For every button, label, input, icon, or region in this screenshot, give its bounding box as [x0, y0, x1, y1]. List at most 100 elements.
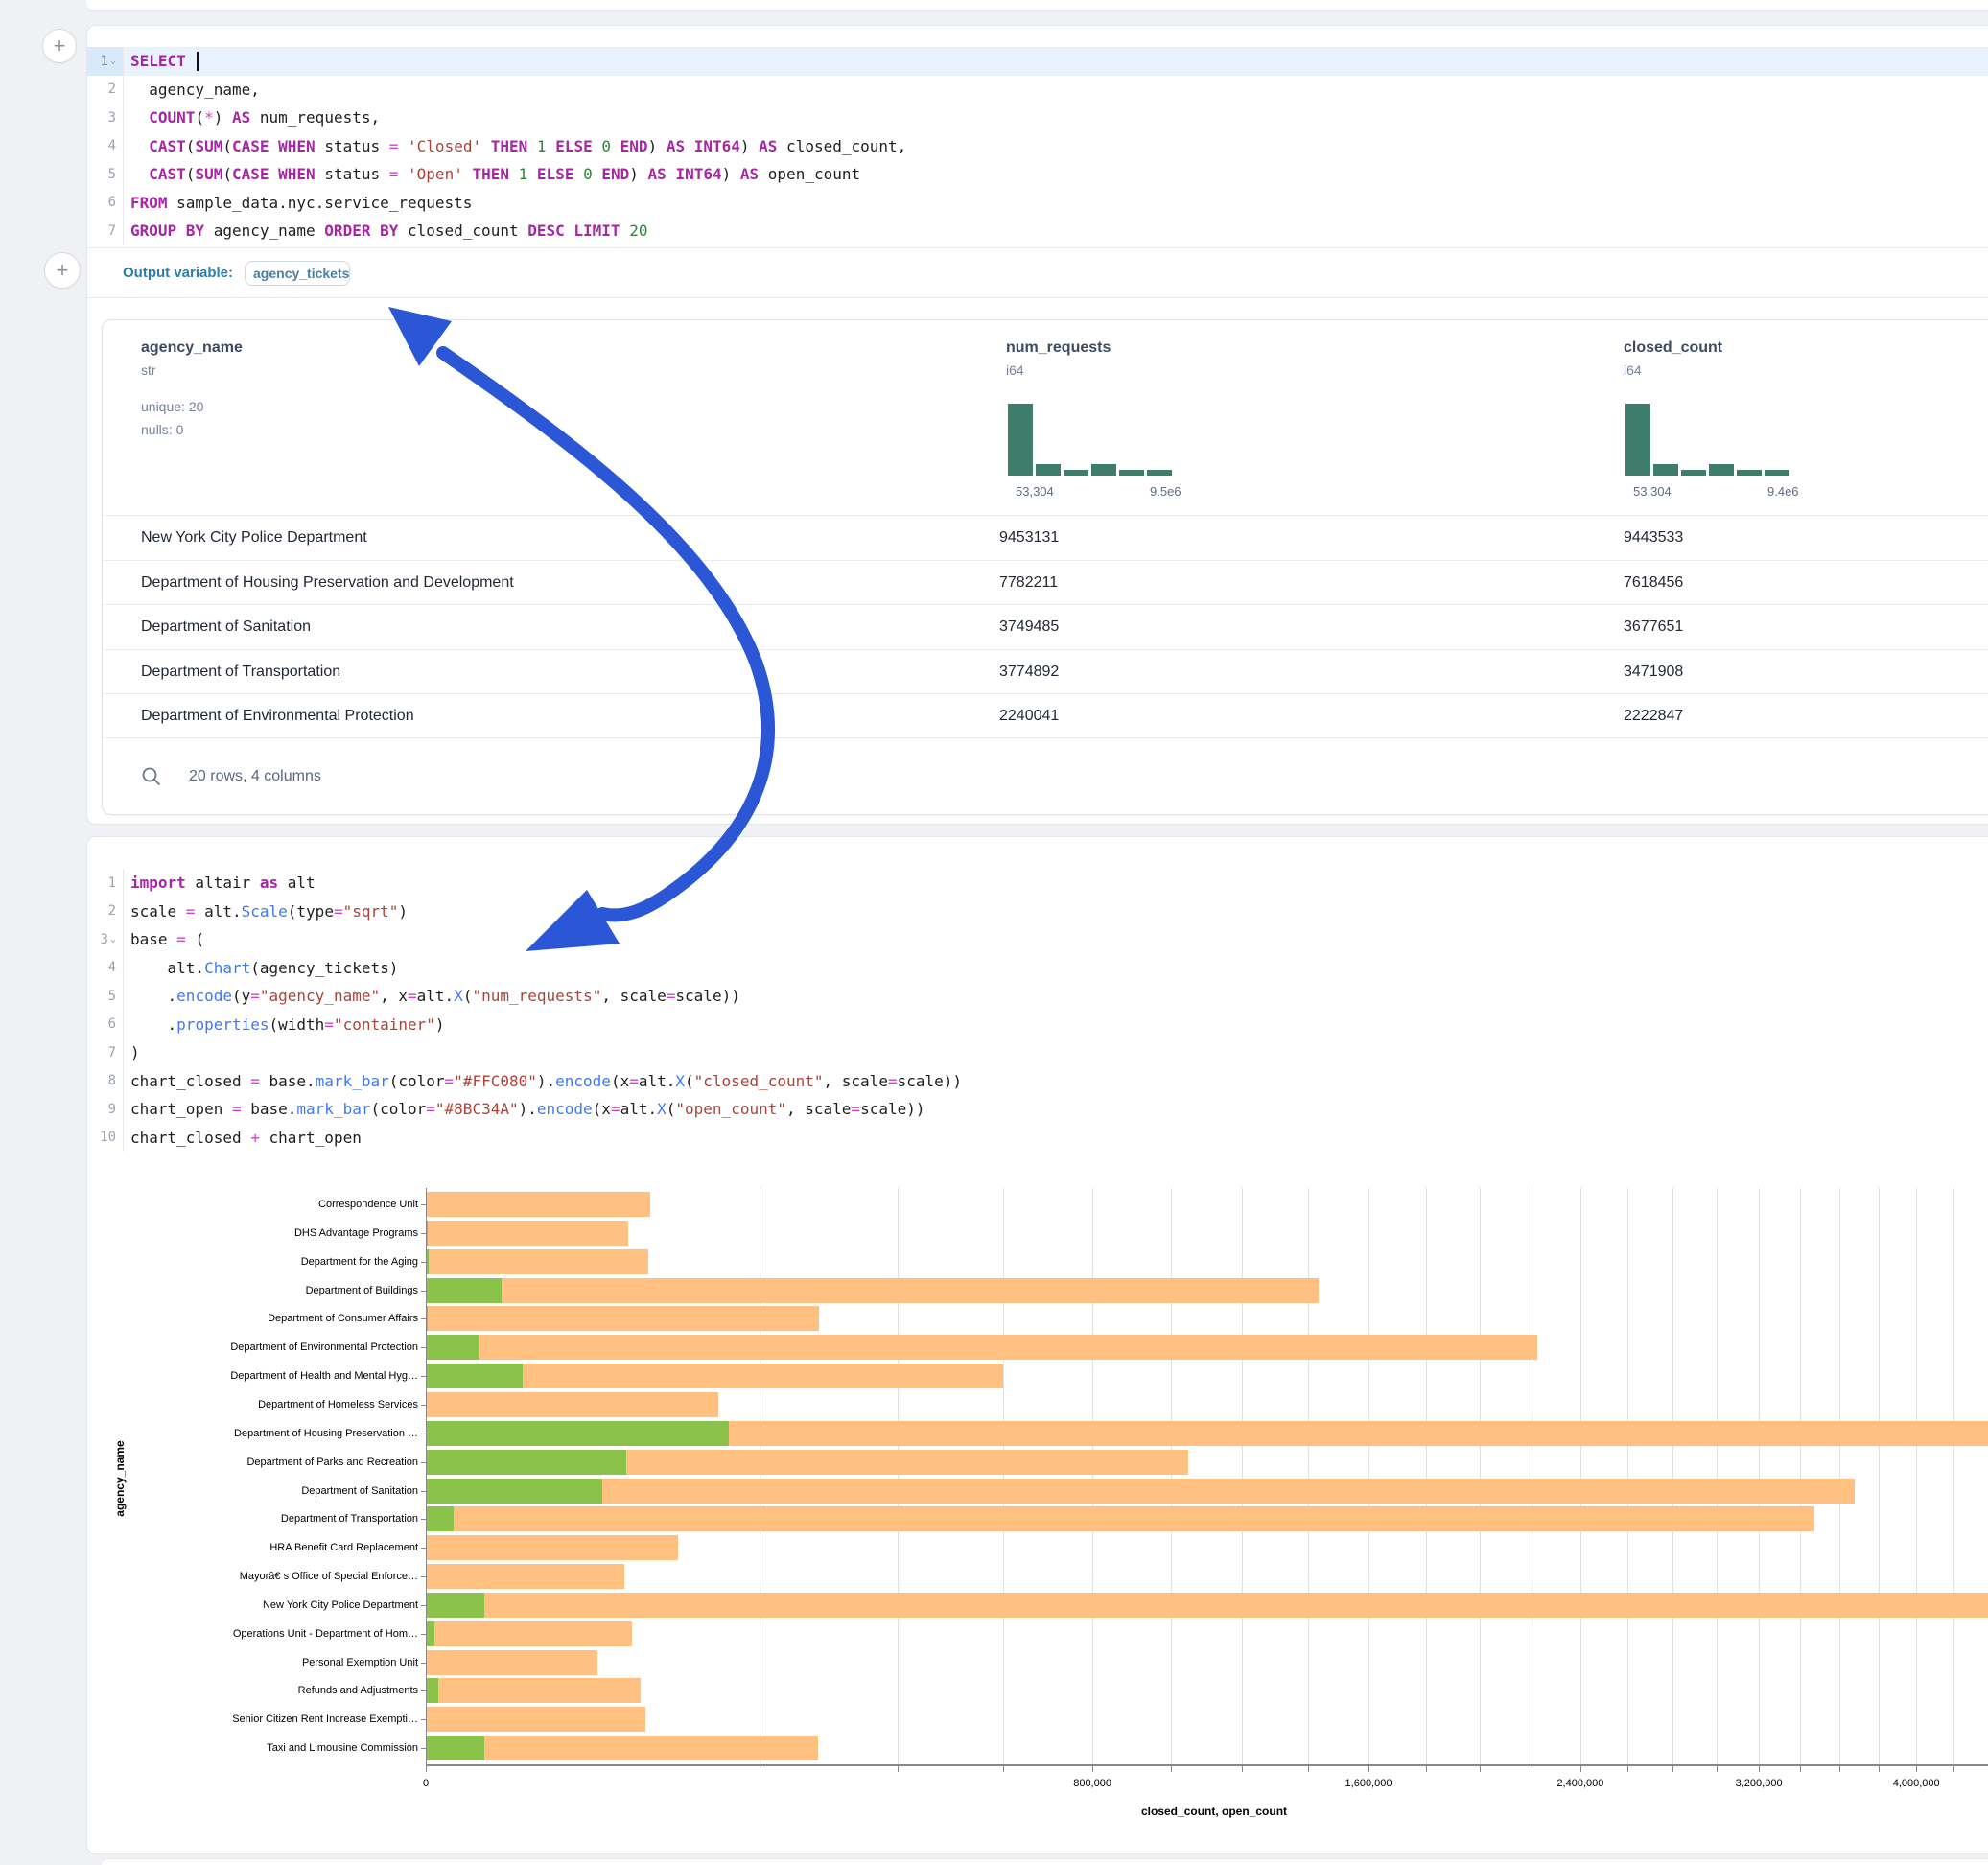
histogram-bar [1625, 404, 1650, 476]
code-line-9[interactable]: 9chart_open = base.mark_bar(color="#8BC3… [87, 1095, 1988, 1124]
line-number: 10 [87, 1124, 124, 1153]
x-tick [1580, 1766, 1581, 1772]
altair-bar-chart: Correspondence UnitDHS Advantage Program… [0, 1175, 1988, 1855]
cell-closed-count: 9443533 [1624, 529, 1683, 547]
table-row[interactable]: Department of Sanitation37494853677651 [103, 604, 1988, 649]
sql-code-editor[interactable]: 1⌄SELECT 2 agency_name,3 COUNT(*) AS num… [87, 47, 1988, 245]
code-text: GROUP BY agency_name ORDER BY closed_cou… [124, 221, 647, 240]
y-axis-label: Department of Parks and Recreation [0, 1457, 418, 1468]
line-number: 1 [87, 869, 124, 898]
code-text: base = ( [124, 930, 204, 948]
collapse-chevron-icon[interactable]: ⌄ [110, 57, 116, 66]
table-row[interactable]: Department of Transportation377489234719… [103, 649, 1988, 694]
x-axis-tick-label: 2,400,000 [1513, 1778, 1648, 1789]
code-line-1[interactable]: 1⌄SELECT [87, 47, 1988, 76]
table-row[interactable]: Department of Housing Preservation and D… [103, 560, 1988, 605]
gridline [1242, 1188, 1243, 1764]
python-code-editor[interactable]: 1import altair as alt2scale = alt.Scale(… [87, 869, 1988, 1152]
bar-open_count [426, 1593, 484, 1618]
bar-closed_count [426, 1593, 1988, 1618]
gridline [1879, 1188, 1880, 1764]
previous-cell-edge [86, 0, 1988, 11]
line-number: 5 [87, 160, 124, 189]
column-header-closed-count[interactable]: closed_count [1624, 339, 1722, 357]
x-tick [1953, 1766, 1954, 1772]
column-header-agency-name[interactable]: agency_name [141, 339, 243, 357]
code-line-4[interactable]: 4 CAST(SUM(CASE WHEN status = 'Closed' T… [87, 132, 1988, 161]
code-line-6[interactable]: 6 .properties(width="container") [87, 1011, 1988, 1039]
x-tick [1480, 1766, 1481, 1772]
y-axis-label: Correspondence Unit [0, 1199, 418, 1210]
histogram-bar [1147, 470, 1172, 476]
bar-closed_count [426, 1306, 819, 1331]
code-line-10[interactable]: 10chart_closed + chart_open [87, 1124, 1988, 1153]
code-line-6[interactable]: 6FROM sample_data.nyc.service_requests [87, 189, 1988, 218]
column-stat-nulls: nulls: 0 [141, 422, 183, 437]
code-text: ) [124, 1043, 140, 1061]
code-line-7[interactable]: 7GROUP BY agency_name ORDER BY closed_co… [87, 217, 1988, 245]
collapse-chevron-icon[interactable]: ⌄ [110, 935, 116, 944]
line-number: 2 [87, 898, 124, 926]
table-row[interactable]: New York City Police Department945313194… [103, 515, 1988, 560]
code-line-3[interactable]: 3 COUNT(*) AS num_requests, [87, 104, 1988, 132]
code-line-2[interactable]: 2scale = alt.Scale(type="sqrt") [87, 898, 1988, 926]
cell-agency-name: Department of Transportation [141, 664, 340, 681]
x-axis-tick-label: 0 [359, 1778, 493, 1789]
column-type-num-requests: i64 [1006, 362, 1024, 378]
y-axis-label: Department of Homeless Services [0, 1399, 418, 1410]
gridline [1580, 1188, 1581, 1764]
code-line-4[interactable]: 4 alt.Chart(agency_tickets) [87, 954, 1988, 983]
bar-open_count [426, 1479, 602, 1504]
x-axis-tick-label: 1,600,000 [1301, 1778, 1436, 1789]
output-variable-label: Output variable: [123, 265, 233, 281]
y-axis-label: Department of Environmental Protection [0, 1341, 418, 1353]
bar-closed_count [426, 1335, 1537, 1360]
x-tick [898, 1766, 899, 1772]
output-variable-pill[interactable]: agency_tickets [245, 261, 350, 286]
code-line-8[interactable]: 8chart_closed = base.mark_bar(color="#FF… [87, 1067, 1988, 1096]
output-variable-row: Output variable: agency_tickets [87, 247, 1988, 298]
gridline [898, 1188, 899, 1764]
bar-closed_count [426, 1479, 1855, 1504]
table-row[interactable]: Department of Environmental Protection22… [103, 693, 1988, 738]
code-line-1[interactable]: 1import altair as alt [87, 869, 1988, 898]
histogram-max-label: 9.4e6 [1767, 484, 1799, 499]
bar-open_count [426, 1278, 502, 1303]
code-line-7[interactable]: 7) [87, 1038, 1988, 1067]
code-text: COUNT(*) AS num_requests, [124, 108, 380, 127]
text-caret [197, 52, 199, 71]
line-number: 8 [87, 1067, 124, 1096]
x-tick [1800, 1766, 1801, 1772]
code-line-5[interactable]: 5 CAST(SUM(CASE WHEN status = 'Open' THE… [87, 160, 1988, 189]
bar-closed_count [426, 1249, 648, 1274]
gridline [1308, 1188, 1309, 1764]
row-count-text: 20 rows, 4 columns [189, 768, 321, 785]
search-icon[interactable] [141, 766, 162, 787]
add-cell-button-middle[interactable]: + [44, 252, 81, 289]
result-table: agency_name str unique: 20 nulls: 0 num_… [102, 319, 1988, 815]
x-tick [1627, 1766, 1628, 1772]
bar-closed_count [426, 1621, 632, 1646]
bar-closed_count [426, 1221, 628, 1246]
code-text: .encode(y="agency_name", x=alt.X("num_re… [124, 987, 740, 1005]
x-axis-line [426, 1764, 1988, 1766]
x-tick [1171, 1766, 1172, 1772]
code-line-3[interactable]: 3⌄base = ( [87, 925, 1988, 954]
x-axis-tick-label: 4,000,000 [1849, 1778, 1983, 1789]
y-axis-label: Department of Sanitation [0, 1485, 418, 1497]
line-number: 5 [87, 982, 124, 1011]
y-axis-label: Department of Buildings [0, 1285, 418, 1296]
cell-num-requests: 9453131 [999, 529, 1059, 547]
code-line-2[interactable]: 2 agency_name, [87, 76, 1988, 105]
bar-open_count [426, 1450, 626, 1475]
histogram-min-label: 53,304 [1633, 484, 1672, 499]
column-header-num-requests[interactable]: num_requests [1006, 339, 1111, 357]
y-axis-label: Refunds and Adjustments [0, 1685, 418, 1696]
x-tick [1916, 1766, 1917, 1772]
bar-closed_count [426, 1564, 624, 1589]
code-line-5[interactable]: 5 .encode(y="agency_name", x=alt.X("num_… [87, 982, 1988, 1011]
column-type-closed-count: i64 [1624, 362, 1642, 378]
bar-open_count [426, 1678, 438, 1703]
gridline [1916, 1188, 1917, 1764]
add-cell-button-top[interactable]: + [42, 29, 77, 63]
